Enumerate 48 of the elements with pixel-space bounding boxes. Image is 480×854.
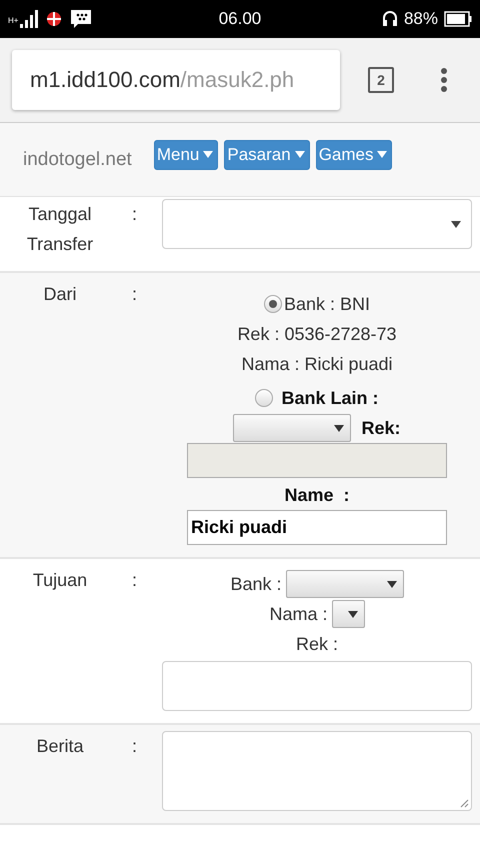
field-label: Tanggal Transfer xyxy=(26,203,94,256)
name-select[interactable] xyxy=(332,600,365,628)
radio-label: Bank : BNI xyxy=(284,293,370,316)
caret-icon xyxy=(451,220,461,228)
field-label: Dari xyxy=(42,283,78,306)
field-label: Rek: xyxy=(361,417,400,440)
bank-select[interactable] xyxy=(233,414,352,442)
address-bar[interactable]: m1.idd100.com/masuk2.ph xyxy=(12,50,340,110)
account-input[interactable] xyxy=(162,661,472,711)
name-input[interactable]: Ricki puadi xyxy=(187,510,447,545)
radio-button[interactable] xyxy=(255,389,274,407)
radio-button[interactable] xyxy=(264,295,282,313)
field-label: Rek : xyxy=(296,633,338,656)
radio-label: Bank Lain : xyxy=(281,387,378,410)
field-label: Bank : xyxy=(230,573,282,596)
caret-icon xyxy=(348,610,358,618)
caret-icon xyxy=(377,151,388,158)
network-type: H+ xyxy=(8,17,18,25)
field-label: Berita xyxy=(35,735,85,758)
headset-icon xyxy=(382,10,398,28)
field-label: Name : xyxy=(284,484,350,507)
site-title[interactable]: indotogel.net xyxy=(23,148,132,170)
menu-icon[interactable] xyxy=(440,67,448,93)
caret-icon xyxy=(334,424,344,432)
resize-grip-icon xyxy=(459,798,469,808)
account-info: Nama : Ricki puadi xyxy=(241,353,393,376)
signal-icon xyxy=(20,10,38,28)
caret-icon xyxy=(294,151,305,158)
field-label: Tujuan xyxy=(32,569,88,592)
battery-icon xyxy=(444,11,472,27)
account-info: Rek : 0536-2728-73 xyxy=(237,323,397,346)
chat-icon xyxy=(70,9,92,29)
dropdown-button[interactable]: Games xyxy=(316,140,392,170)
message-textarea[interactable] xyxy=(162,731,472,811)
dropdown-button[interactable]: Menu xyxy=(154,140,218,170)
colon-separator: : xyxy=(132,570,138,590)
colon-separator: : xyxy=(132,284,138,304)
tab-count-button[interactable]: 2 xyxy=(368,67,394,93)
colon-separator: : xyxy=(132,204,138,224)
account-input[interactable] xyxy=(187,443,447,478)
date-select[interactable] xyxy=(162,199,472,249)
field-label: Nama : xyxy=(269,603,328,626)
colon-separator: : xyxy=(132,736,138,756)
clock: 06.00 xyxy=(218,9,262,29)
battery-percent: 88% xyxy=(404,9,438,29)
caret-icon xyxy=(386,580,397,588)
dropdown-button[interactable]: Pasaran xyxy=(224,140,310,170)
caret-icon xyxy=(203,151,214,158)
